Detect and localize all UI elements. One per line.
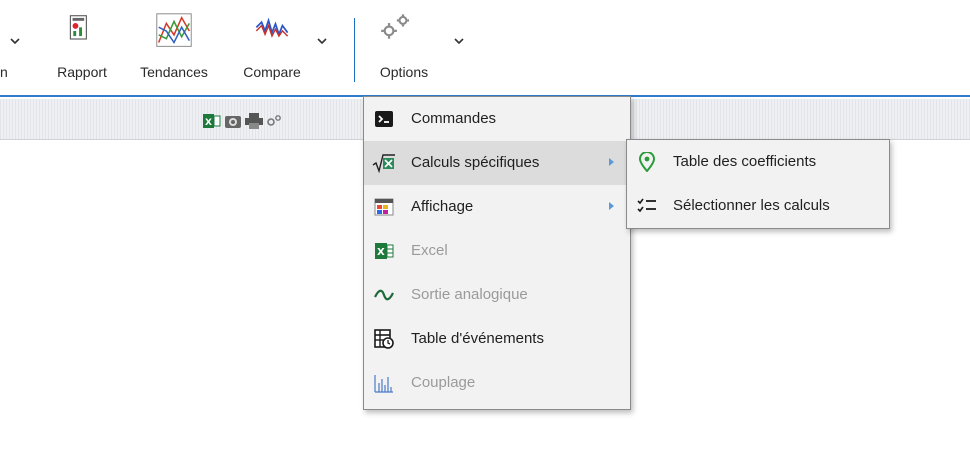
- wave-icon: [374, 289, 394, 301]
- ribbon: n Rapport Tendances Compare Options: [0, 0, 530, 92]
- menu-item-label: Sortie analogique: [411, 286, 528, 303]
- excel-icon[interactable]: X: [203, 113, 221, 129]
- menu-item-excel[interactable]: X Excel: [364, 229, 630, 273]
- compare-button[interactable]: Compare: [232, 10, 312, 90]
- menu-item-label: Couplage: [411, 374, 476, 391]
- menu-item-couplage[interactable]: Couplage: [364, 361, 630, 405]
- tendances-label: Tendances: [140, 64, 208, 80]
- menu-item-affichage[interactable]: Affichage: [364, 185, 630, 229]
- options-menu: Commandes Calculs spécifiques Affichage …: [363, 96, 631, 410]
- trends-icon: [156, 13, 192, 47]
- sqrt-calc-icon: [372, 154, 395, 173]
- menu-item-label: Affichage: [411, 198, 474, 215]
- options-button[interactable]: Options: [364, 10, 444, 90]
- event-table-icon: [374, 329, 394, 349]
- svg-text:X: X: [377, 247, 385, 258]
- report-icon: [69, 15, 87, 40]
- chevron-down-icon[interactable]: [454, 38, 464, 44]
- camera-icon[interactable]: [224, 113, 242, 129]
- display-palette-icon: [374, 198, 394, 216]
- compare-icon: [255, 17, 289, 38]
- submenu-item-selectionner-calculs[interactable]: Sélectionner les calculs: [627, 184, 889, 228]
- gears-icon: [381, 14, 410, 39]
- submenu-arrow-icon: [609, 202, 614, 210]
- menu-item-label: Table des coefficients: [673, 153, 817, 170]
- map-pin-icon: [638, 152, 656, 172]
- calculs-submenu: Table des coefficients Sélectionner les …: [626, 139, 890, 229]
- terminal-icon: [375, 111, 393, 127]
- rapport-label: Rapport: [57, 64, 107, 80]
- menu-item-table-evenements[interactable]: Table d'événements: [364, 317, 630, 361]
- menu-item-sortie-analogique[interactable]: Sortie analogique: [364, 273, 630, 317]
- menu-item-label: Excel: [411, 242, 448, 259]
- excel-icon: X: [375, 243, 394, 259]
- strip-icon-group: X: [203, 113, 283, 129]
- partial-ribbon-label: n: [0, 64, 8, 80]
- menu-item-label: Table d'événements: [411, 330, 544, 347]
- menu-item-commandes[interactable]: Commandes: [364, 97, 630, 141]
- chevron-down-icon[interactable]: [317, 38, 327, 44]
- submenu-item-table-coefficients[interactable]: Table des coefficients: [627, 140, 889, 184]
- menu-item-label: Calculs spécifiques: [411, 154, 540, 171]
- tendances-button[interactable]: Tendances: [126, 10, 222, 90]
- compare-label: Compare: [243, 64, 301, 80]
- submenu-arrow-icon: [609, 158, 614, 166]
- menu-item-label: Sélectionner les calculs: [673, 197, 830, 214]
- print-icon[interactable]: [245, 113, 263, 129]
- svg-text:X: X: [205, 118, 212, 128]
- rapport-button[interactable]: Rapport: [44, 10, 120, 90]
- menu-item-label: Commandes: [411, 110, 497, 127]
- chevron-down-icon[interactable]: [10, 38, 20, 44]
- menu-item-calculs-specifiques[interactable]: Calculs spécifiques: [364, 141, 630, 185]
- options-label: Options: [379, 64, 429, 80]
- checklist-icon: [637, 198, 656, 213]
- coupling-chart-icon: [374, 375, 393, 393]
- ribbon-separator: [354, 18, 355, 82]
- gears-icon[interactable]: [266, 114, 282, 128]
